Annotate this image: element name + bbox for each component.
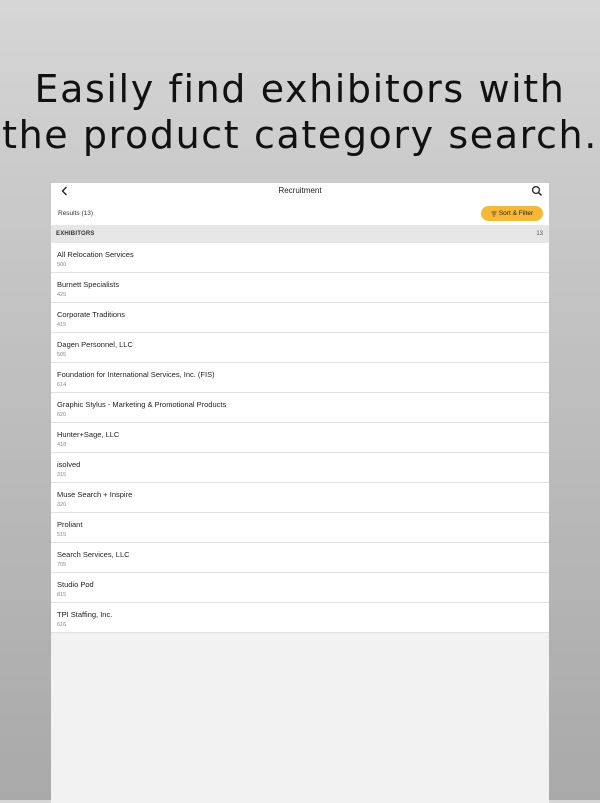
exhibitor-booth-number: 515 [57, 532, 67, 538]
exhibitor-list-item[interactable]: Muse Search + Inspire 320 [51, 483, 549, 513]
exhibitor-booth-number: 505 [57, 352, 67, 358]
exhibitor-name: All Relocation Services [57, 250, 134, 259]
exhibitor-booth-number: 620 [57, 412, 67, 418]
exhibitor-list-item[interactable]: isolved 315 [51, 453, 549, 483]
section-title: EXHIBITORS [56, 231, 95, 237]
exhibitor-name: Corporate Traditions [57, 310, 125, 319]
page-title: Recruitment [278, 186, 322, 195]
exhibitor-list-item[interactable]: Burnett Specialists 425 [51, 273, 549, 303]
section-count: 13 [536, 231, 543, 237]
exhibitor-name: Studio Pod [57, 580, 94, 589]
headline-line-1: Easily find exhibitors with [34, 67, 566, 111]
exhibitor-list-item[interactable]: Studio Pod 815 [51, 573, 549, 603]
exhibitor-list-item[interactable]: TPI Staffing, Inc. 616 [51, 603, 549, 633]
exhibitor-list-item[interactable]: Hunter+Sage, LLC 418 [51, 423, 549, 453]
navigation-bar: Recruitment [51, 183, 549, 201]
filter-icon [491, 211, 497, 216]
exhibitor-name: TPI Staffing, Inc. [57, 610, 113, 619]
exhibitor-name: Dagen Personnel, LLC [57, 340, 133, 349]
exhibitor-list-item[interactable]: Foundation for International Services, I… [51, 363, 549, 393]
exhibitor-name: Graphic Stylus - Marketing & Promotional… [57, 400, 227, 409]
exhibitor-booth-number: 500 [57, 262, 67, 268]
sort-filter-button[interactable]: Sort & Filter [481, 206, 543, 221]
section-header: EXHIBITORS 13 [51, 225, 549, 243]
exhibitor-booth-number: 315 [57, 472, 67, 478]
exhibitor-booth-number: 415 [57, 322, 67, 328]
exhibitor-list-item[interactable]: All Relocation Services 500 [51, 243, 549, 273]
headline-line-2: the product category search. [2, 113, 598, 157]
exhibitor-booth-number: 705 [57, 562, 67, 568]
exhibitor-name: isolved [57, 460, 81, 469]
exhibitor-list-item[interactable]: Graphic Stylus - Marketing & Promotional… [51, 393, 549, 423]
exhibitor-booth-number: 616 [57, 622, 67, 628]
exhibitor-list: All Relocation Services 500 Burnett Specia… [51, 243, 549, 633]
exhibitor-booth-number: 418 [57, 442, 67, 448]
exhibitor-name: Search Services, LLC [57, 550, 130, 559]
exhibitor-list-item[interactable]: Corporate Traditions 415 [51, 303, 549, 333]
headline: Easily find exhibitors with the product … [0, 66, 600, 158]
exhibitor-list-item[interactable]: Dagen Personnel, LLC 505 [51, 333, 549, 363]
search-icon[interactable] [531, 185, 543, 197]
results-count: Results (13) [58, 210, 94, 217]
exhibitor-booth-number: 425 [57, 292, 67, 298]
exhibitor-list-item[interactable]: Proliant 515 [51, 513, 549, 543]
exhibitor-list-item[interactable]: Search Services, LLC 705 [51, 543, 549, 573]
exhibitor-name: Foundation for International Services, I… [57, 370, 215, 379]
exhibitor-name: Muse Search + Inspire [57, 490, 133, 499]
exhibitor-name: Proliant [57, 520, 83, 529]
exhibitor-booth-number: 614 [57, 382, 67, 388]
exhibitor-booth-number: 320 [57, 502, 67, 508]
exhibitor-name: Burnett Specialists [57, 280, 120, 289]
exhibitor-name: Hunter+Sage, LLC [57, 430, 120, 439]
results-bar: Results (13) Sort & Filter [51, 201, 549, 225]
sort-filter-label: Sort & Filter [498, 210, 534, 217]
exhibitor-booth-number: 815 [57, 592, 67, 598]
app-screen: Recruitment Results (13) Sort & Filter E… [51, 183, 549, 803]
